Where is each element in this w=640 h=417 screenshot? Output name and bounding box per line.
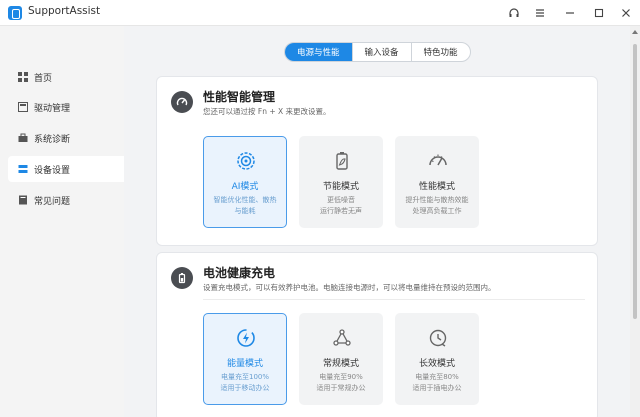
performance-card: 性能智能管理 您还可以通过按 Fn + X 来更改设置。 AI模式 智能优化性能… bbox=[156, 76, 598, 246]
card-subtitle: 您还可以通过按 Fn + X 来更改设置。 bbox=[203, 107, 331, 116]
clock-icon bbox=[426, 326, 450, 350]
sidebar-item-label: 常见问题 bbox=[34, 196, 71, 207]
sidebar-item-label: 驱动管理 bbox=[34, 103, 71, 114]
app-logo bbox=[8, 6, 22, 20]
sidebar-item-diagnostics[interactable]: 系统诊断 bbox=[8, 125, 124, 151]
sidebar-item-home[interactable]: 首页 bbox=[8, 64, 124, 90]
mode-desc: 电量充至100% 适用于移动办公 bbox=[220, 373, 270, 392]
mode-desc: 提升性能与散热效能 处理高负载工作 bbox=[405, 196, 469, 215]
mode-name: 能量模式 bbox=[226, 359, 263, 369]
network-nodes-icon bbox=[330, 326, 354, 350]
tab-input-devices[interactable]: 输入设备 bbox=[353, 43, 412, 61]
toolbox-icon bbox=[18, 133, 28, 143]
card-title: 电池健康充电 bbox=[203, 266, 276, 280]
mode-desc: 电量充至90% 适用于常规办公 bbox=[316, 373, 366, 392]
mode-name: 长效模式 bbox=[418, 359, 455, 369]
card-title: 性能智能管理 bbox=[203, 90, 276, 104]
sidebar-item-label: 系统诊断 bbox=[34, 134, 71, 145]
mode-name: 性能模式 bbox=[418, 182, 455, 192]
sidebar: 首页 驱动管理 系统诊断 设备设置 常见问题 bbox=[0, 26, 124, 417]
speedometer-icon bbox=[426, 149, 450, 173]
app-title: SupportAssist bbox=[28, 5, 101, 17]
mode-desc: 电量充至80% 适用于插电办公 bbox=[412, 373, 462, 392]
mode-name: 节能模式 bbox=[322, 182, 359, 192]
sidebar-item-drivers[interactable]: 驱动管理 bbox=[8, 94, 124, 120]
sidebar-item-label: 设备设置 bbox=[34, 165, 71, 176]
ai-chip-icon bbox=[234, 149, 258, 173]
mode-longevity[interactable]: 长效模式 电量充至80% 适用于插电办公 bbox=[395, 313, 479, 405]
tab-special-features[interactable]: 特色功能 bbox=[412, 43, 470, 61]
title-bar: SupportAssist bbox=[0, 0, 640, 26]
mode-ai[interactable]: AI模式 智能优化性能、散热 与能耗 bbox=[203, 136, 287, 228]
mode-desc: 更低噪音 运行静若无声 bbox=[320, 196, 362, 215]
headset-icon[interactable] bbox=[502, 3, 526, 23]
mode-standard[interactable]: 常规模式 电量充至90% 适用于常规办公 bbox=[299, 313, 383, 405]
book-icon bbox=[18, 195, 28, 205]
driver-icon bbox=[18, 102, 28, 112]
mode-desc: 智能优化性能、散热 与能耗 bbox=[213, 196, 277, 215]
tab-power-performance[interactable]: 电源与性能 bbox=[285, 43, 353, 61]
sidebar-item-device-settings[interactable]: 设备设置 bbox=[8, 156, 124, 182]
vertical-scrollbar[interactable] bbox=[630, 26, 640, 417]
mode-performance[interactable]: 性能模式 提升性能与散热效能 处理高负载工作 bbox=[395, 136, 479, 228]
divider bbox=[203, 299, 585, 300]
menu-icon[interactable] bbox=[528, 3, 552, 23]
maximize-icon[interactable] bbox=[587, 3, 611, 23]
device-settings-icon bbox=[18, 164, 28, 174]
scroll-up-arrow-icon[interactable] bbox=[632, 30, 638, 34]
gauge-icon bbox=[171, 91, 193, 113]
mode-energy[interactable]: 能量模式 电量充至100% 适用于移动办公 bbox=[203, 313, 287, 405]
scroll-thumb[interactable] bbox=[633, 44, 637, 319]
grid-icon bbox=[18, 72, 28, 82]
card-subtitle: 设置充电模式，可以有效养护电池。电脑连接电源时，可以将电量维持在预设的范围内。 bbox=[203, 283, 496, 292]
close-icon[interactable] bbox=[614, 3, 638, 23]
mode-eco[interactable]: 节能模式 更低噪音 运行静若无声 bbox=[299, 136, 383, 228]
charging-bolt-icon bbox=[234, 326, 258, 350]
mode-name: 常规模式 bbox=[322, 359, 359, 369]
battery-icon bbox=[171, 267, 193, 289]
battery-card: 电池健康充电 设置充电模式，可以有效养护电池。电脑连接电源时，可以将电量维持在预… bbox=[156, 252, 598, 417]
main-content: 电源与性能 输入设备 特色功能 性能智能管理 您还可以通过按 Fn + X 来更… bbox=[124, 26, 630, 417]
sidebar-item-label: 首页 bbox=[34, 73, 53, 84]
sidebar-item-faq[interactable]: 常见问题 bbox=[8, 187, 124, 213]
minimize-icon[interactable] bbox=[558, 3, 582, 23]
tab-bar: 电源与性能 输入设备 特色功能 bbox=[284, 42, 471, 62]
mode-name: AI模式 bbox=[231, 182, 259, 192]
battery-leaf-icon bbox=[330, 149, 354, 173]
